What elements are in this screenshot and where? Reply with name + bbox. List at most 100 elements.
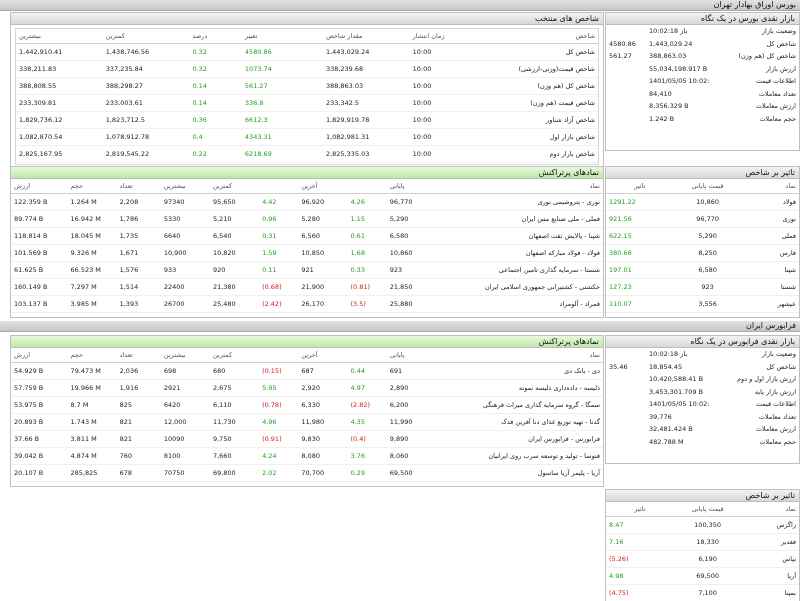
table-row[interactable]: 2,825,167.952,819,545.220.226218.692,825… xyxy=(16,146,598,163)
table-row[interactable]: 110.073,556عیشهر xyxy=(606,296,799,313)
impact-symbol[interactable]: نوری xyxy=(742,211,800,228)
impact-symbol[interactable]: شپنا xyxy=(742,262,800,279)
symbol-cell: 53.975 B xyxy=(11,397,67,414)
table-row[interactable]: 61.625 B66.523 M1,5769339200.119210.3392… xyxy=(11,262,603,279)
table-row[interactable]: 89.774 B16.942 M1,78653305,2100.965,2801… xyxy=(11,211,603,228)
column-header: تعداد xyxy=(117,348,161,363)
table-row[interactable]: 622.155,290فملی xyxy=(606,228,799,245)
summary-change xyxy=(606,398,646,411)
impact-symbol[interactable]: فولاد xyxy=(742,194,800,211)
table-row[interactable]: 57.759 B19.966 M1,91629212,6755.952,9204… xyxy=(11,380,603,397)
impact-symbol[interactable]: فملی xyxy=(742,228,800,245)
table-row[interactable]: 37.66 B3.811 M821100909,750(0.91)9,830(0… xyxy=(11,431,603,448)
symbol-cell: 69,800 xyxy=(210,465,259,482)
symbol-name[interactable]: فمراد - آلومراد xyxy=(436,296,603,313)
table-row[interactable]: 1291.2210,860فولاد xyxy=(606,194,799,211)
table-row[interactable]: 20.107 B285,8256787075069,8002.0270,7000… xyxy=(11,465,603,482)
table-row[interactable]: 54.929 B79.473 M2,036698680(0.15)6870.44… xyxy=(11,363,603,380)
summary-label: ارزش بازار اول و دوم xyxy=(710,373,799,386)
symbol-cell: 96,920 xyxy=(298,194,347,211)
column-header: ارزش xyxy=(11,179,67,194)
symbol-name[interactable]: ذلیسه - داده‌داری ذلیسه نمونه xyxy=(436,380,603,397)
symbol-cell: 1,576 xyxy=(117,262,161,279)
impact-symbol[interactable]: فغدیر xyxy=(742,534,800,551)
symbol-cell: 96,770 xyxy=(387,194,436,211)
table-row[interactable]: 8.47100,350زاگرس xyxy=(606,517,799,534)
table-row[interactable]: (4.75)7,100بمپنا xyxy=(606,585,799,601)
column-header: بیشترین xyxy=(161,348,210,363)
symbol-cell: (0.81) xyxy=(347,279,386,296)
table-row[interactable]: 338,211.83337,235.840.321073.74338,239.6… xyxy=(16,61,598,78)
symbol-name[interactable]: حکشتی - کشتیرانی جمهوری اسلامی ایران xyxy=(436,279,603,296)
indices-title: شاخص های منتخب xyxy=(11,13,603,25)
table-row[interactable]: 118.814 B18.045 M1,73566406,5400.316,560… xyxy=(11,228,603,245)
symbol-name[interactable]: گدنا - تهیه توزیع غذای دنا آفرین فدک xyxy=(436,414,603,431)
symbol-cell: 2.02 xyxy=(259,465,298,482)
symbol-cell: 821 xyxy=(117,414,161,431)
table-row[interactable]: 4.9869,500آریا xyxy=(606,568,799,585)
summary-change xyxy=(606,436,646,449)
table-row[interactable]: 1,442,910.411,438,746.560.324580.861,443… xyxy=(16,44,598,61)
symbol-name[interactable]: فنوسا - تولید و توسعه سرب روی ایرانیان xyxy=(436,448,603,465)
column-header: بیشترین xyxy=(161,179,210,194)
symbol-cell: 821 xyxy=(117,431,161,448)
symbol-cell: 57.759 B xyxy=(11,380,67,397)
table-row[interactable]: 122.359 B1.264 M2,2089734095,6504.4296,9… xyxy=(11,194,603,211)
symbol-name[interactable]: فولاد - فولاد مبارکه اصفهان xyxy=(436,245,603,262)
table-row[interactable]: 53.975 B8.7 M82564206,110(0.78)6,330(2.8… xyxy=(11,397,603,414)
table-row[interactable]: 101.569 B9.326 M1,67110,90010,8201.5910,… xyxy=(11,245,603,262)
symbol-cell: 933 xyxy=(161,262,210,279)
tse_impact-header-row: تاثیرقیمت پایانینماد xyxy=(606,179,799,194)
symbol-cell: 4.874 M xyxy=(67,448,116,465)
impact-symbol[interactable]: بپاس xyxy=(742,551,800,568)
column-header: پایانی xyxy=(387,348,436,363)
impact-cell: 921.56 xyxy=(606,211,674,228)
summary-row: 35.4618,854.45شاخص کل xyxy=(606,361,799,374)
impact-symbol[interactable]: فارس xyxy=(742,245,800,262)
impact-symbol[interactable]: بمپنا xyxy=(742,585,800,601)
symbol-cell: 0.11 xyxy=(259,262,298,279)
summary-change xyxy=(606,386,646,399)
table-row[interactable]: 233,309.81233,003.610.14336.8233,342.510… xyxy=(16,95,598,112)
impact-symbol[interactable]: عیشهر xyxy=(742,296,800,313)
table-row[interactable]: (5.26)6,190بپاس xyxy=(606,551,799,568)
symbol-cell: 2,675 xyxy=(210,380,259,397)
index-cell: 388,808.55 xyxy=(16,78,103,95)
symbol-name[interactable]: فرابورس - فرابورس ایران xyxy=(436,431,603,448)
index-cell: 10:00 xyxy=(410,112,483,129)
impact-symbol[interactable]: آریا xyxy=(742,568,800,585)
table-row[interactable]: 103.137 B3.985 M1,3932670025,480(2.42)26… xyxy=(11,296,603,313)
table-row[interactable]: 127.23923شستا xyxy=(606,279,799,296)
impact-symbol[interactable]: زاگرس xyxy=(742,517,800,534)
table-row[interactable]: 39.042 B4.874 M76081007,6604.248,0803.76… xyxy=(11,448,603,465)
symbol-cell: 21,900 xyxy=(298,279,347,296)
column-header: بیشترین xyxy=(16,29,103,44)
impact-symbol[interactable]: شستا xyxy=(742,279,800,296)
symbol-cell: 3.811 M xyxy=(67,431,116,448)
symbol-name[interactable]: شستا - سرمایه گذاری تامین اجتماعی xyxy=(436,262,603,279)
column-header: درصد xyxy=(189,29,241,44)
table-row[interactable]: 388,808.55388,298.270.14561.27388,863.03… xyxy=(16,78,598,95)
table-row[interactable]: 20.893 B1.743 M82112,00011,7304.9611,980… xyxy=(11,414,603,431)
index-cell: 336.8 xyxy=(242,95,323,112)
summary-row: 84,410تعداد معاملات xyxy=(606,88,799,101)
summary-row: 1401/05/05 10:02:07اطلاعات قیمت xyxy=(606,398,799,411)
index-name: شاخص کل (هم وزن) xyxy=(483,78,598,95)
tse-summary-panel: بازار نقدی بورس در یک نگاه باز 10:02:18و… xyxy=(605,12,800,151)
symbol-cell: 6,580 xyxy=(387,228,436,245)
table-row[interactable]: 197.016,580شپنا xyxy=(606,262,799,279)
table-row[interactable]: 160.149 B7.297 M1,5142240021,380(0.68)21… xyxy=(11,279,603,296)
symbol-cell: 6,560 xyxy=(298,228,347,245)
symbol-name[interactable]: نوری - پتروشیمی نوری xyxy=(436,194,603,211)
symbol-name[interactable]: سمگا - گروه سرمایه گذاری میراث فرهنگی xyxy=(436,397,603,414)
symbol-name[interactable]: فملی - ملی صنایع مس ایران xyxy=(436,211,603,228)
index-cell: 6218.69 xyxy=(242,146,323,163)
symbol-name[interactable]: آریا - پلیمر آریا ساسول xyxy=(436,465,603,482)
table-row[interactable]: 7.1618,330فغدیر xyxy=(606,534,799,551)
table-row[interactable]: 921.5696,770نوری xyxy=(606,211,799,228)
symbol-name[interactable]: دی - بانک دی xyxy=(436,363,603,380)
symbol-name[interactable]: شپنا - پالایش نفت اصفهان xyxy=(436,228,603,245)
table-row[interactable]: 1,829,736.121,823,712.50.366612.31,829,9… xyxy=(16,112,598,129)
table-row[interactable]: 1,082,870.541,078,912.780.44343.311,082,… xyxy=(16,129,598,146)
table-row[interactable]: 380.688,250فارس xyxy=(606,245,799,262)
